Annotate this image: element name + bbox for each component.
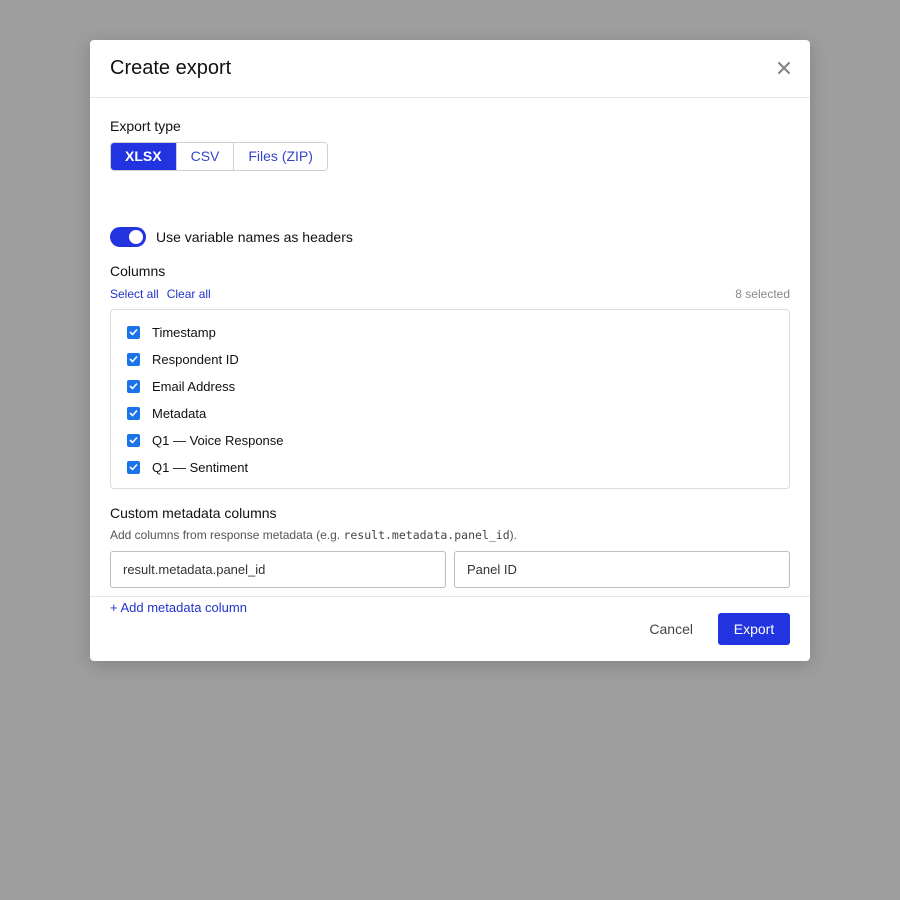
- headers-toggle-label: Use variable names as headers: [156, 229, 353, 245]
- export-type-xlsx[interactable]: XLSX: [111, 143, 177, 170]
- checkbox-checked[interactable]: [127, 460, 140, 474]
- selected-count: 8 selected: [735, 287, 790, 301]
- export-type-zip[interactable]: Files (ZIP): [234, 143, 327, 170]
- cancel-button[interactable]: Cancel: [649, 614, 693, 645]
- dialog-header: Create export: [90, 40, 810, 98]
- column-label: Timestamp: [152, 324, 216, 340]
- column-label: Metadata: [152, 405, 207, 421]
- export-type-segmented-control: XLSX CSV Files (ZIP): [110, 142, 328, 171]
- checkbox-checked[interactable]: [127, 379, 140, 393]
- column-label: Q1 — Sentiment: [152, 459, 249, 475]
- dialog-footer: Cancel Export: [90, 596, 810, 661]
- close-icon[interactable]: [776, 60, 792, 76]
- checkbox-checked[interactable]: [127, 352, 140, 366]
- metadata-name-input[interactable]: [454, 551, 790, 588]
- list-item[interactable]: Metadata: [127, 403, 206, 423]
- hint-text: Add columns from response metadata (e.g.: [110, 528, 344, 542]
- clear-all-link[interactable]: Clear all: [167, 287, 211, 301]
- custom-metadata-label: Custom metadata columns: [110, 505, 277, 521]
- checkbox-checked[interactable]: [127, 325, 140, 339]
- list-item-partial[interactable]: [127, 484, 152, 488]
- column-label: Q1 — Voice Response: [152, 432, 284, 448]
- custom-metadata-hint: Add columns from response metadata (e.g.…: [110, 528, 517, 542]
- headers-toggle-row: Use variable names as headers: [110, 227, 353, 247]
- export-type-label: Export type: [110, 118, 181, 134]
- list-item[interactable]: Email Address: [127, 376, 235, 396]
- list-item[interactable]: Timestamp: [127, 322, 216, 342]
- columns-label: Columns: [110, 263, 166, 279]
- toggle-knob: [129, 230, 143, 244]
- select-all-link[interactable]: Select all: [110, 287, 159, 301]
- column-label: Email Address: [152, 378, 236, 394]
- column-label: Respondent ID: [152, 351, 239, 367]
- column-selection-links: Select all Clear all: [110, 287, 219, 301]
- create-export-dialog: Create export Export type XLSX CSV Files…: [90, 40, 810, 661]
- hint-suffix: ).: [509, 528, 517, 542]
- metadata-path-input[interactable]: [110, 551, 446, 588]
- export-button[interactable]: Export: [718, 613, 790, 645]
- headers-toggle[interactable]: [110, 227, 146, 247]
- list-item[interactable]: Respondent ID: [127, 349, 239, 369]
- columns-list[interactable]: Timestamp Respondent ID Email Address Me…: [110, 309, 790, 489]
- checkbox-checked[interactable]: [127, 433, 140, 447]
- list-item[interactable]: Q1 — Sentiment: [127, 457, 248, 477]
- export-type-csv[interactable]: CSV: [176, 143, 235, 170]
- checkbox-checked[interactable]: [127, 487, 140, 488]
- checkbox-checked[interactable]: [127, 406, 140, 420]
- list-item[interactable]: Q1 — Voice Response: [127, 430, 284, 450]
- hint-code: result.metadata.panel_id: [343, 528, 510, 542]
- dialog-title: Create export: [110, 57, 232, 79]
